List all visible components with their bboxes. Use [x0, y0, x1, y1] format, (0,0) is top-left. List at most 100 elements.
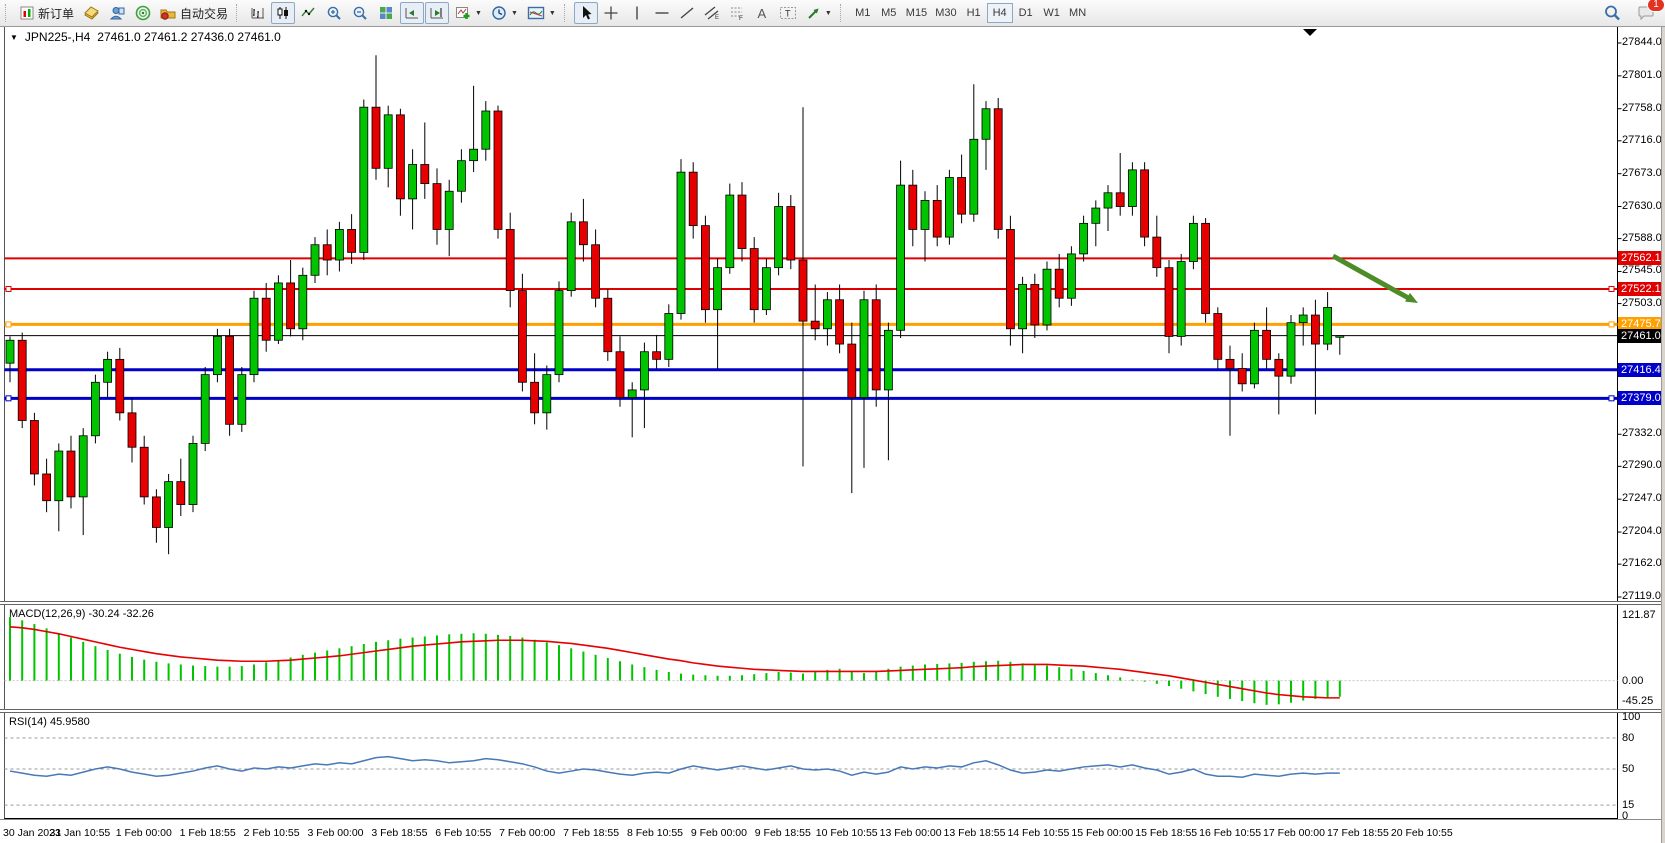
- text-label-icon: T: [779, 5, 797, 21]
- price-tag: 27522.1: [1618, 282, 1664, 296]
- zoom-in-icon: [326, 5, 343, 21]
- zoom-out-button[interactable]: [348, 2, 373, 24]
- candle-body: [982, 109, 990, 140]
- candlestick-chart-button[interactable]: [271, 2, 295, 24]
- candle-body: [775, 207, 783, 268]
- main-chart[interactable]: [0, 27, 1622, 601]
- templates-button[interactable]: ▼: [523, 2, 560, 24]
- timeframe-h1[interactable]: H1: [961, 3, 987, 23]
- text-label-button[interactable]: T: [775, 2, 801, 24]
- search-button[interactable]: [1599, 2, 1625, 24]
- candle-body: [567, 222, 575, 291]
- rsi-panel[interactable]: [0, 713, 1622, 819]
- channel-icon: E: [704, 5, 720, 21]
- candle-body: [958, 177, 966, 214]
- candle-body: [933, 200, 941, 237]
- tile-windows-icon: [378, 5, 394, 21]
- timeframe-d1[interactable]: D1: [1013, 3, 1039, 23]
- auto-scroll-button[interactable]: [400, 2, 424, 24]
- zoom-in-button[interactable]: [322, 2, 347, 24]
- signal-button[interactable]: [131, 2, 155, 24]
- line-chart-button[interactable]: [296, 2, 320, 24]
- timeframe-w1[interactable]: W1: [1039, 3, 1065, 23]
- fibonacci-button[interactable]: F: [725, 2, 749, 24]
- timeframe-m1[interactable]: M1: [850, 3, 876, 23]
- time-axis-label: 9 Feb 00:00: [691, 827, 747, 839]
- line-handle[interactable]: [1609, 322, 1614, 327]
- new-order-button[interactable]: 新订单: [15, 2, 78, 24]
- periods-button[interactable]: ▼: [487, 2, 522, 24]
- candle-body: [1080, 223, 1088, 254]
- toolbar-grip[interactable]: [236, 4, 242, 22]
- toolbar-grip[interactable]: [840, 4, 846, 22]
- timeframe-h4[interactable]: H4: [987, 3, 1013, 23]
- time-axis-label: 3 Feb 18:55: [371, 827, 427, 839]
- chart-title[interactable]: ▼ JPN225-,H4 27461.0 27461.2 27436.0 274…: [10, 30, 281, 44]
- candle-body: [1177, 262, 1185, 337]
- crosshair-button[interactable]: [599, 2, 623, 24]
- candle-body: [287, 283, 295, 329]
- equidistant-channel-button[interactable]: E: [700, 2, 724, 24]
- candle-body: [640, 352, 648, 390]
- candle-body: [1006, 229, 1014, 328]
- time-axis-label: 31 Jan 10:55: [50, 827, 111, 839]
- cursor-button[interactable]: [574, 2, 598, 24]
- macd-panel[interactable]: [0, 605, 1622, 709]
- notifications-button[interactable]: 1: [1633, 2, 1659, 24]
- candle-body: [872, 300, 880, 390]
- timeframe-mn[interactable]: MN: [1065, 3, 1091, 23]
- candle-body: [555, 291, 563, 375]
- price-tick-label: 27844.0: [1622, 36, 1662, 48]
- time-axis-label: 6 Feb 10:55: [435, 827, 491, 839]
- profile-icon: [109, 5, 126, 21]
- trendline-icon: [679, 5, 695, 21]
- price-tick-label: 27588.0: [1622, 232, 1662, 244]
- time-axis-label: 10 Feb 10:55: [816, 827, 878, 839]
- tile-windows-button[interactable]: [374, 2, 398, 24]
- autotrade-icon: [160, 5, 177, 21]
- line-handle[interactable]: [1609, 396, 1614, 401]
- candle-body: [1226, 359, 1234, 368]
- chevron-down-icon[interactable]: ▼: [10, 33, 18, 42]
- trendline-button[interactable]: [675, 2, 699, 24]
- time-axis[interactable]: 30 Jan 202331 Jan 10:551 Feb 00:001 Feb …: [0, 819, 1661, 843]
- candle-body: [1324, 307, 1332, 344]
- candle-body: [250, 298, 258, 374]
- line-handle[interactable]: [1609, 286, 1614, 291]
- line-handle[interactable]: [6, 286, 11, 291]
- candle-body: [201, 375, 209, 444]
- horizontal-line-button[interactable]: [650, 2, 674, 24]
- arrows-button[interactable]: ▼: [802, 2, 836, 24]
- chart-window[interactable]: ▼ JPN225-,H4 27461.0 27461.2 27436.0 274…: [0, 27, 1665, 843]
- chevron-down-icon: ▼: [475, 10, 482, 17]
- price-tick-label: 27204.0: [1622, 525, 1662, 537]
- toolbar-grip[interactable]: [5, 4, 11, 22]
- auto-trading-button[interactable]: 自动交易: [156, 2, 232, 24]
- rsi-scale-label: 50: [1622, 763, 1634, 775]
- candle-body: [299, 275, 307, 328]
- vertical-line-button[interactable]: [625, 2, 649, 24]
- candle-body: [860, 300, 868, 398]
- toolbar-grip[interactable]: [564, 4, 570, 22]
- price-tick-label: 27801.0: [1622, 69, 1662, 81]
- timeframe-m15[interactable]: M15: [902, 3, 931, 23]
- chart-ohlc: 27461.0 27461.2 27436.0 27461.0: [97, 30, 281, 44]
- timeframe-m30[interactable]: M30: [931, 3, 960, 23]
- timeframe-m5[interactable]: M5: [876, 3, 902, 23]
- text-button[interactable]: A: [750, 2, 774, 24]
- line-handle[interactable]: [6, 396, 11, 401]
- bar-chart-button[interactable]: [246, 2, 270, 24]
- rsi-label: RSI(14) 45.9580: [9, 716, 90, 728]
- candle-body: [152, 497, 160, 528]
- indicators-button[interactable]: ▼: [451, 2, 486, 24]
- profile-button[interactable]: [105, 2, 130, 24]
- price-tag: 27562.1: [1618, 251, 1664, 265]
- macd-scale-label: 0.00: [1622, 675, 1643, 687]
- price-axis[interactable]: 27844.027801.027758.027716.027673.027630…: [1618, 27, 1661, 819]
- chart-shift-button[interactable]: [425, 2, 449, 24]
- chevron-down-icon: ▼: [825, 10, 832, 17]
- candle-body: [470, 149, 478, 160]
- line-handle[interactable]: [6, 322, 11, 327]
- candle-body: [140, 447, 148, 497]
- marketwatch-button[interactable]: [79, 2, 104, 24]
